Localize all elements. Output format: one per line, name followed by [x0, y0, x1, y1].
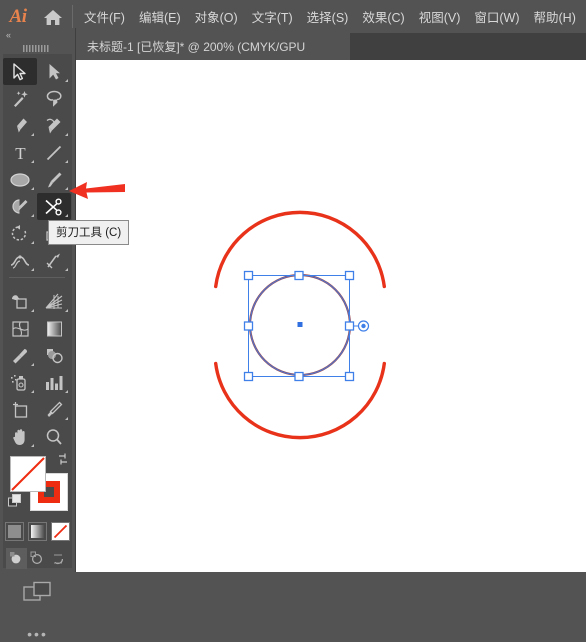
- magic-wand-tool[interactable]: [3, 85, 37, 112]
- tool-separator: [9, 277, 65, 278]
- document-tab-label: 未标题-1 [已恢复]* @ 200% (CMYK/GPU: [87, 40, 306, 54]
- collapse-panel-button[interactable]: «: [0, 28, 75, 42]
- column-graph-tool[interactable]: [37, 369, 71, 396]
- artboard-canvas[interactable]: [75, 60, 586, 572]
- hand-tool[interactable]: [3, 423, 37, 450]
- menu-edit[interactable]: 编辑(E): [132, 3, 188, 30]
- menu-bar: Ai 文件(F) 编辑(E) 对象(O) 文字(T) 选择(S) 效果(C) 视…: [0, 0, 586, 33]
- draw-behind-button[interactable]: [27, 548, 48, 569]
- tool-flyout-corner-icon: [65, 133, 68, 136]
- handle-middle-right: [344, 321, 355, 331]
- svg-text:T: T: [15, 144, 26, 162]
- draw-mode-buttons: [3, 548, 72, 569]
- fill-swatch[interactable]: [9, 456, 46, 492]
- menu-type[interactable]: 文字(T): [245, 3, 300, 30]
- tool-flyout-corner-icon: [31, 444, 34, 447]
- color-mode-button[interactable]: [5, 522, 24, 541]
- handle-top-left: [243, 270, 254, 281]
- tool-flyout-corner-icon: [31, 187, 34, 190]
- handle-bottom-center: [294, 371, 304, 382]
- menu-object[interactable]: 对象(O): [188, 3, 245, 30]
- tool-flyout-corner-icon: [65, 309, 68, 312]
- lasso-tool[interactable]: [37, 85, 71, 112]
- draw-normal-button[interactable]: [6, 548, 27, 569]
- selection-tool[interactable]: [3, 58, 37, 85]
- document-tab[interactable]: 未标题-1 [已恢复]* @ 200% (CMYK/GPU: [75, 33, 350, 60]
- rotate-tool[interactable]: [3, 220, 37, 247]
- handle-bottom-left: [243, 371, 254, 382]
- tools-panel: « T •••: [0, 28, 76, 641]
- blend-tool[interactable]: [37, 342, 71, 369]
- zoom-tool[interactable]: [37, 423, 71, 450]
- screen-mode-row: [3, 581, 72, 610]
- tool-flyout-corner-icon: [31, 268, 34, 271]
- handle-top-center: [294, 270, 304, 281]
- handle-bottom-right: [344, 371, 355, 382]
- menu-divider: [72, 4, 73, 29]
- eyedropper-tool[interactable]: [3, 342, 37, 369]
- paintbrush-tool[interactable]: [37, 166, 71, 193]
- mesh-tool[interactable]: [3, 315, 37, 342]
- scissors-tool[interactable]: [37, 193, 71, 220]
- tool-flyout-corner-icon: [65, 160, 68, 163]
- handle-middle-left: [243, 321, 254, 331]
- fill-stroke-controls: [7, 453, 68, 514]
- symbol-sprayer-tool[interactable]: [3, 369, 37, 396]
- panel-grip-handle[interactable]: [0, 42, 75, 54]
- menu-help[interactable]: 帮助(H): [527, 3, 583, 30]
- tool-flyout-corner-icon: [65, 79, 68, 82]
- tool-flyout-corner-icon: [65, 417, 68, 420]
- illustrator-window: Ai 文件(F) 编辑(E) 对象(O) 文字(T) 选择(S) 效果(C) 视…: [0, 0, 586, 641]
- width-tool[interactable]: [3, 247, 37, 274]
- center-point-marker: [297, 322, 303, 327]
- color-mode-buttons: [3, 522, 72, 541]
- tool-tooltip: 剪刀工具 (C): [48, 220, 130, 245]
- swap-fill-stroke-icon[interactable]: [56, 452, 70, 471]
- artboard-tool[interactable]: [3, 396, 37, 423]
- menu-window[interactable]: 窗口(W): [467, 3, 526, 30]
- tool-flyout-corner-icon: [31, 390, 34, 393]
- tool-flyout-corner-icon: [31, 241, 34, 244]
- tool-flyout-corner-icon: [31, 133, 34, 136]
- document-tab-bar: 未标题-1 [已恢复]* @ 200% (CMYK/GPU: [75, 33, 586, 60]
- tool-flyout-corner-icon: [65, 214, 68, 217]
- change-screen-mode-button[interactable]: [22, 581, 53, 610]
- menu-file[interactable]: 文件(F): [77, 3, 132, 30]
- edit-toolbar-button[interactable]: •••: [3, 627, 72, 641]
- tools-inner-container: T •••: [3, 54, 72, 641]
- pen-tool[interactable]: [3, 112, 37, 139]
- free-transform-tool[interactable]: [37, 247, 71, 274]
- gradient-mode-button[interactable]: [28, 522, 47, 541]
- tool-flyout-corner-icon: [65, 390, 68, 393]
- menu-view[interactable]: 视图(V): [412, 3, 468, 30]
- tool-flyout-corner-icon: [31, 214, 34, 217]
- ellipse-tool[interactable]: [3, 166, 37, 193]
- slice-tool[interactable]: [37, 396, 71, 423]
- artwork-svg: [214, 210, 386, 440]
- menu-effect[interactable]: 效果(C): [355, 3, 411, 30]
- tool-grid: T: [3, 58, 71, 450]
- tool-flyout-corner-icon: [65, 268, 68, 271]
- handle-top-right: [344, 270, 355, 281]
- tool-flyout-corner-icon: [31, 363, 34, 366]
- shaper-tool[interactable]: [3, 193, 37, 220]
- draw-inside-button[interactable]: [48, 548, 69, 569]
- default-fill-stroke-icon[interactable]: [7, 494, 22, 513]
- line-segment-tool[interactable]: [37, 139, 71, 166]
- none-mode-button[interactable]: [51, 522, 70, 541]
- curvature-tool[interactable]: [37, 112, 71, 139]
- tool-flyout-corner-icon: [65, 187, 68, 190]
- type-tool[interactable]: T: [3, 139, 37, 166]
- perspective-grid-tool[interactable]: [37, 288, 71, 315]
- shape-builder-tool[interactable]: [3, 288, 37, 315]
- menu-select[interactable]: 选择(S): [300, 3, 356, 30]
- tool-flyout-corner-icon: [31, 309, 34, 312]
- tool-flyout-corner-icon: [31, 160, 34, 163]
- gradient-tool[interactable]: [37, 315, 71, 342]
- direct-selection-tool[interactable]: [37, 58, 71, 85]
